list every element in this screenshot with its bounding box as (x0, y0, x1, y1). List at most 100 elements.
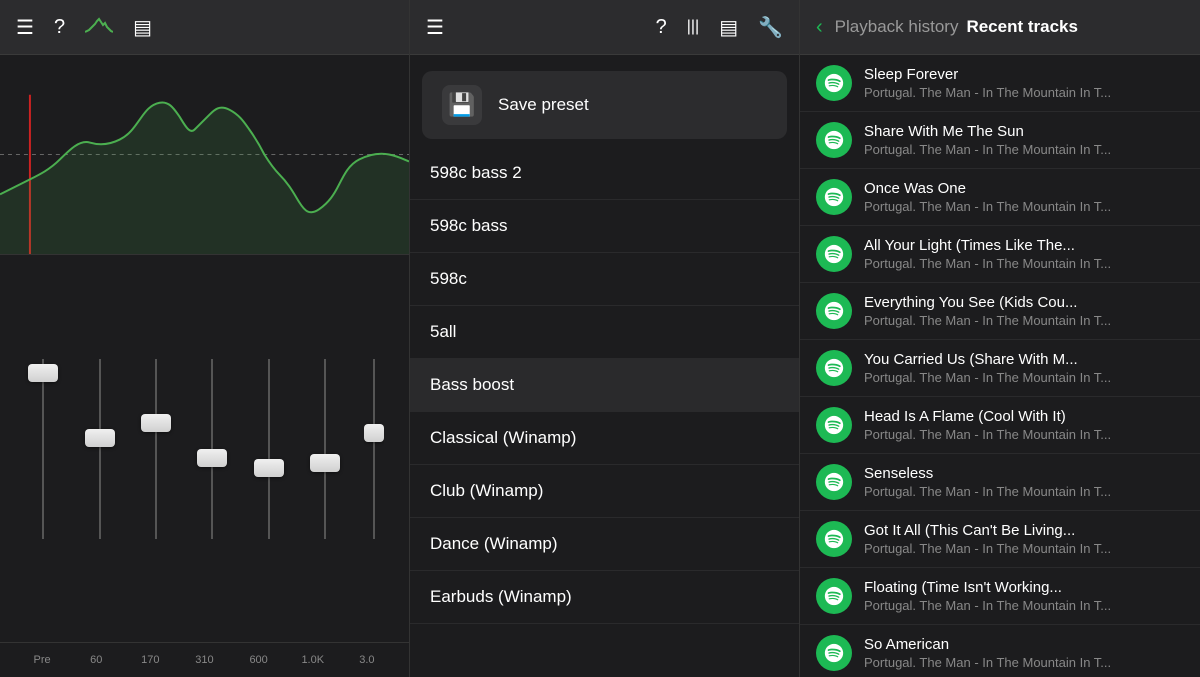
track-info: Share With Me The SunPortugal. The Man -… (864, 123, 1184, 157)
track-item[interactable]: Head Is A Flame (Cool With It) Portugal. … (800, 397, 1200, 454)
freq-label-170: 170 (135, 654, 165, 666)
slider-170hz[interactable] (138, 349, 174, 549)
freq-label-310: 310 (189, 654, 219, 666)
track-title: Once Was One (864, 180, 1184, 197)
track-item[interactable]: Floating (Time Isn't Working... Portugal.… (800, 568, 1200, 625)
presets-list: 💾 Save preset 598c bass 2 598c bass 598c… (410, 55, 799, 677)
spotify-icon (816, 407, 852, 443)
preset-classical-winamp[interactable]: Classical (Winamp) (410, 412, 799, 465)
preset-5all[interactable]: 5all (410, 306, 799, 359)
track-artist: Portugal. The Man - In The Mountain In T… (864, 256, 1184, 271)
spotify-icon (816, 179, 852, 215)
left-toolbar: ☰ ? ▤ (0, 0, 409, 55)
track-info: Head Is A Flame (Cool With It) Portugal. … (864, 408, 1184, 442)
track-title: So American (864, 636, 1184, 653)
track-artist: Portugal. The Man - In The Mountain In T… (864, 313, 1184, 328)
waveform-icon[interactable] (85, 14, 113, 41)
slider-1k[interactable] (307, 349, 343, 549)
track-item[interactable]: You Carried Us (Share With M...Portugal.… (800, 340, 1200, 397)
track-info: Got It All (This Can't Be Living...Portu… (864, 522, 1184, 556)
freq-label-1k: 1.0K (298, 654, 328, 666)
spotify-icon (816, 65, 852, 101)
preset-598c-bass-2[interactable]: 598c bass 2 (410, 147, 799, 200)
slider-pre[interactable] (25, 349, 61, 549)
eq-panel: ☰ ? ▤ (0, 0, 410, 677)
track-title: Senseless (864, 465, 1184, 482)
freq-label-pre: Pre (27, 654, 57, 666)
presets-panel: ☰ ? ||| ▤ 🔧 💾 Save preset 598c bass 2 59… (410, 0, 800, 677)
spotify-icon (816, 521, 852, 557)
help-icon[interactable]: ? (54, 16, 65, 39)
slider-310hz[interactable] (194, 349, 230, 549)
track-info: Sleep Forever Portugal. The Man - In The … (864, 66, 1184, 100)
save-icon: 💾 (442, 85, 482, 125)
track-item[interactable]: Senseless Portugal. The Man - In The Moun… (800, 454, 1200, 511)
track-artist: Portugal. The Man - In The Mountain In T… (864, 655, 1184, 670)
playback-history-label: Playback history (835, 17, 959, 37)
slider-600hz[interactable] (251, 349, 287, 549)
track-item[interactable]: Sleep Forever Portugal. The Man - In The … (800, 55, 1200, 112)
spotify-icon (816, 122, 852, 158)
middle-tool-icon[interactable]: 🔧 (758, 15, 783, 40)
middle-sliders-icon[interactable]: ||| (687, 18, 699, 36)
preset-earbuds-winamp[interactable]: Earbuds (Winamp) (410, 571, 799, 624)
track-title: Floating (Time Isn't Working... (864, 579, 1184, 596)
freq-label-600: 600 (244, 654, 274, 666)
freq-labels: Pre 60 170 310 600 1.0K 3.0 (0, 642, 409, 677)
track-artist: Portugal. The Man - In The Mountain In T… (864, 427, 1184, 442)
spotify-icon (816, 236, 852, 272)
right-toolbar: ‹ Playback history Recent tracks (800, 0, 1200, 55)
preset-598c-bass[interactable]: 598c bass (410, 200, 799, 253)
track-title: Head Is A Flame (Cool With It) (864, 408, 1184, 425)
middle-menu-icon[interactable]: ☰ (426, 15, 444, 40)
preset-club-winamp[interactable]: Club (Winamp) (410, 465, 799, 518)
freq-label-60: 60 (81, 654, 111, 666)
track-info: You Carried Us (Share With M...Portugal.… (864, 351, 1184, 385)
slider-3k[interactable] (364, 349, 384, 549)
preset-598c[interactable]: 598c (410, 253, 799, 306)
track-artist: Portugal. The Man - In The Mountain In T… (864, 598, 1184, 613)
track-item[interactable]: So American Portugal. The Man - In The Mo… (800, 625, 1200, 677)
spotify-icon (816, 464, 852, 500)
tracks-list: Sleep Forever Portugal. The Man - In The … (800, 55, 1200, 677)
middle-help-icon[interactable]: ? (656, 16, 667, 39)
track-title: You Carried Us (Share With M... (864, 351, 1184, 368)
playback-history-panel: ‹ Playback history Recent tracks Sleep F… (800, 0, 1200, 677)
back-button[interactable]: ‹ (816, 16, 823, 39)
track-title: Everything You See (Kids Cou... (864, 294, 1184, 311)
freq-label-3k: 3.0 (352, 654, 382, 666)
middle-folder-icon[interactable]: ▤ (719, 15, 738, 40)
track-info: Once Was One Portugal. The Man - In The M… (864, 180, 1184, 214)
menu-icon[interactable]: ☰ (16, 15, 34, 40)
track-artist: Portugal. The Man - In The Mountain In T… (864, 142, 1184, 157)
track-artist: Portugal. The Man - In The Mountain In T… (864, 85, 1184, 100)
track-info: All Your Light (Times Like The... Portuga… (864, 237, 1184, 271)
spotify-icon (816, 578, 852, 614)
folder-icon[interactable]: ▤ (133, 15, 152, 40)
track-artist: Portugal. The Man - In The Mountain In T… (864, 484, 1184, 499)
spotify-icon (816, 293, 852, 329)
preset-dance-winamp[interactable]: Dance (Winamp) (410, 518, 799, 571)
track-info: Senseless Portugal. The Man - In The Moun… (864, 465, 1184, 499)
spotify-icon (816, 350, 852, 386)
track-item[interactable]: All Your Light (Times Like The... Portuga… (800, 226, 1200, 283)
track-info: Floating (Time Isn't Working... Portugal.… (864, 579, 1184, 613)
preset-bass-boost[interactable]: Bass boost (410, 359, 799, 412)
track-info: Everything You See (Kids Cou... Portugal.… (864, 294, 1184, 328)
track-title: Got It All (This Can't Be Living... (864, 522, 1184, 539)
track-item[interactable]: Got It All (This Can't Be Living...Portu… (800, 511, 1200, 568)
middle-toolbar: ☰ ? ||| ▤ 🔧 (410, 0, 799, 55)
track-info: So American Portugal. The Man - In The Mo… (864, 636, 1184, 670)
recent-tracks-title: Recent tracks (966, 17, 1078, 37)
slider-60hz[interactable] (82, 349, 118, 549)
track-item[interactable]: Once Was One Portugal. The Man - In The M… (800, 169, 1200, 226)
save-preset-button[interactable]: 💾 Save preset (422, 71, 787, 139)
eq-graph (0, 55, 409, 255)
track-artist: Portugal. The Man - In The Mountain In T… (864, 199, 1184, 214)
track-title: Sleep Forever (864, 66, 1184, 83)
track-item[interactable]: Everything You See (Kids Cou... Portugal.… (800, 283, 1200, 340)
track-item[interactable]: Share With Me The SunPortugal. The Man -… (800, 112, 1200, 169)
track-title: All Your Light (Times Like The... (864, 237, 1184, 254)
eq-sliders (0, 255, 409, 642)
save-preset-label: Save preset (498, 95, 589, 115)
